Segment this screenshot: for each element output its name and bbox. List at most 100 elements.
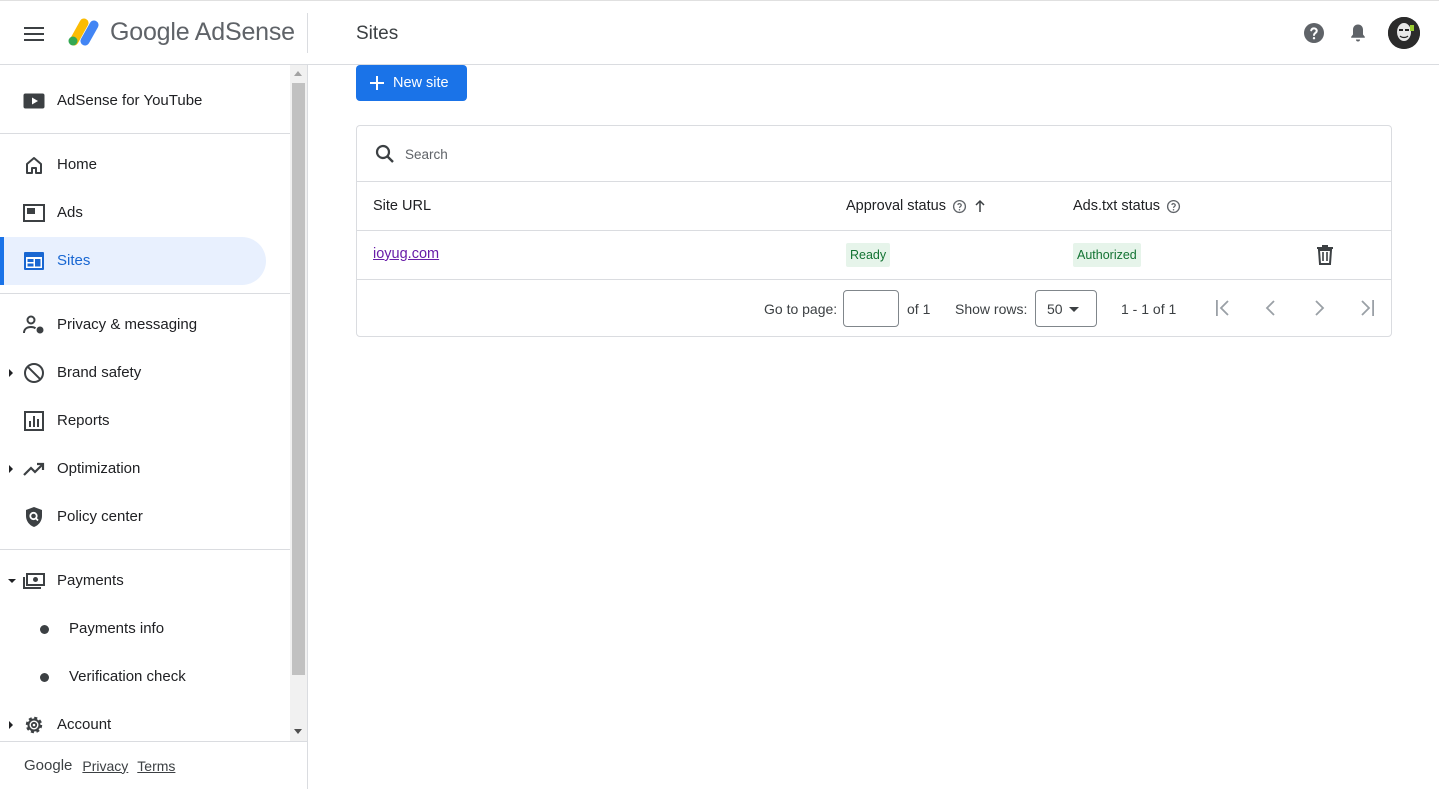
sidebar-item-privacy-messaging[interactable]: Privacy & messaging [0, 301, 266, 349]
sidebar-item-adsense-for-youtube[interactable]: AdSense for YouTube [0, 77, 266, 125]
expand-caret-icon[interactable] [9, 465, 13, 473]
sidebar-item-account[interactable]: Account [0, 701, 266, 741]
main-menu-button[interactable] [14, 14, 54, 54]
sidebar-item-label: Ads [57, 204, 83, 221]
sidebar-item-label: Policy center [57, 508, 143, 525]
sidebar-item-label: Home [57, 156, 98, 173]
hamburger-menu-icon [24, 27, 44, 41]
sidebar-footer: Google Privacy Terms [0, 741, 307, 789]
sidebar-item-label: Payments [57, 572, 124, 589]
footer-privacy-link[interactable]: Privacy [82, 758, 128, 774]
new-site-label: New site [393, 75, 449, 91]
sidebar-item-ads[interactable]: Ads [0, 189, 266, 237]
sidebar-item-label: Brand safety [57, 364, 142, 381]
chevron-right-icon [1315, 300, 1325, 316]
search-input[interactable] [405, 140, 1305, 168]
sites-table-card: Site URL Approval status Ads.txt status … [356, 125, 1392, 337]
go-to-page-label: Go to page: [764, 301, 838, 317]
sites-icon [22, 249, 46, 273]
collapse-caret-icon[interactable] [8, 579, 16, 583]
sidebar-item-brand-safety[interactable]: Brand safety [0, 349, 266, 397]
reports-icon [22, 409, 46, 433]
avatar-image-icon [1388, 17, 1420, 49]
sort-ascending-icon[interactable] [973, 199, 987, 213]
sidebar-item-label: Privacy & messaging [57, 316, 198, 333]
first-page-button[interactable] [1211, 296, 1235, 320]
approval-status-badge: Ready [846, 243, 891, 267]
nav-divider [0, 293, 290, 294]
column-header-label: Approval status [846, 198, 946, 214]
ads-txt-status-badge: Authorized [1073, 243, 1141, 267]
privacy-icon [22, 313, 46, 337]
pagination-bar: Go to page: of 1 Show rows: 50 1 - 1 of … [357, 280, 1391, 337]
bell-icon [1351, 24, 1365, 42]
column-header-ads-txt-status[interactable]: Ads.txt status [1073, 198, 1181, 214]
logo-google-text: Google [110, 17, 190, 46]
go-to-page-input[interactable] [843, 290, 899, 327]
last-page-button[interactable] [1355, 296, 1379, 320]
sidebar-nav: AdSense for YouTube Home Ads Sites Priva… [0, 65, 290, 741]
sidebar-item-label: Sites [57, 252, 91, 269]
ads-icon [22, 201, 46, 225]
column-header-approval-status[interactable]: Approval status [846, 198, 987, 214]
sidebar-item-optimization[interactable]: Optimization [0, 445, 266, 493]
column-header-site-url[interactable]: Site URL [373, 198, 431, 214]
table-row: ioyug.com Ready Authorized [357, 231, 1391, 280]
adsense-logo[interactable]: Google AdSense [66, 17, 295, 47]
chevron-left-icon [1265, 300, 1275, 316]
help-outline-icon[interactable] [1166, 199, 1181, 214]
search-icon [375, 144, 394, 163]
first-page-icon [1216, 300, 1229, 316]
sidebar-item-home[interactable]: Home [0, 141, 266, 189]
sidebar-item-policy-center[interactable]: Policy center [0, 493, 266, 541]
help-button[interactable] [1292, 11, 1336, 55]
sidebar-item-label: Optimization [57, 460, 141, 477]
scroll-up-arrow-icon[interactable] [294, 71, 302, 76]
new-site-button[interactable]: New site [356, 65, 467, 101]
trending-up-icon [22, 457, 46, 481]
sidebar-item-payments-info[interactable]: Payments info [0, 605, 266, 653]
column-header-label: Site URL [373, 198, 432, 214]
rows-per-page-value: 50 [1047, 300, 1063, 317]
delete-trash-icon[interactable] [1313, 243, 1337, 267]
sidebar: AdSense for YouTube Home Ads Sites Priva… [0, 65, 308, 789]
site-url-link[interactable]: ioyug.com [373, 246, 439, 262]
account-avatar[interactable] [1388, 17, 1420, 49]
rows-per-page-select[interactable]: 50 [1035, 290, 1097, 327]
nav-divider [0, 133, 290, 134]
sidebar-scrollbar[interactable] [290, 65, 307, 741]
help-outline-icon[interactable] [952, 199, 967, 214]
home-icon [22, 153, 46, 177]
top-divider [307, 13, 308, 53]
previous-page-button[interactable] [1259, 296, 1283, 320]
gear-icon [22, 713, 46, 737]
scroll-thumb[interactable] [292, 83, 305, 675]
show-rows-label: Show rows: [955, 301, 1028, 317]
expand-caret-icon[interactable] [9, 721, 13, 729]
page-title: Sites [356, 23, 399, 44]
sidebar-item-sites[interactable]: Sites [0, 237, 266, 285]
sidebar-item-label: Reports [57, 412, 110, 429]
sidebar-item-payments[interactable]: Payments [0, 557, 266, 605]
sidebar-item-reports[interactable]: Reports [0, 397, 266, 445]
column-header-label: Ads.txt status [1073, 198, 1161, 214]
search-bar [357, 126, 1391, 182]
pagination-range-label: 1 - 1 of 1 [1121, 301, 1177, 317]
payments-icon [22, 569, 46, 593]
footer-terms-link[interactable]: Terms [137, 758, 175, 774]
notifications-button[interactable] [1336, 11, 1380, 55]
bullet-icon [40, 673, 49, 682]
footer-google-brand: Google [24, 757, 73, 774]
next-page-button[interactable] [1307, 296, 1331, 320]
sidebar-item-label: Payments info [69, 620, 165, 637]
top-actions [1292, 1, 1439, 65]
expand-caret-icon[interactable] [9, 369, 13, 377]
scroll-down-arrow-icon[interactable] [294, 729, 302, 734]
help-icon [1304, 23, 1324, 43]
sidebar-item-label: Verification check [69, 668, 186, 685]
logo-product-text: AdSense [194, 17, 295, 46]
total-pages-label: of 1 [907, 301, 931, 317]
dropdown-arrow-icon [1069, 307, 1079, 312]
sidebar-item-verification-check[interactable]: Verification check [0, 653, 266, 701]
block-icon [22, 361, 46, 385]
